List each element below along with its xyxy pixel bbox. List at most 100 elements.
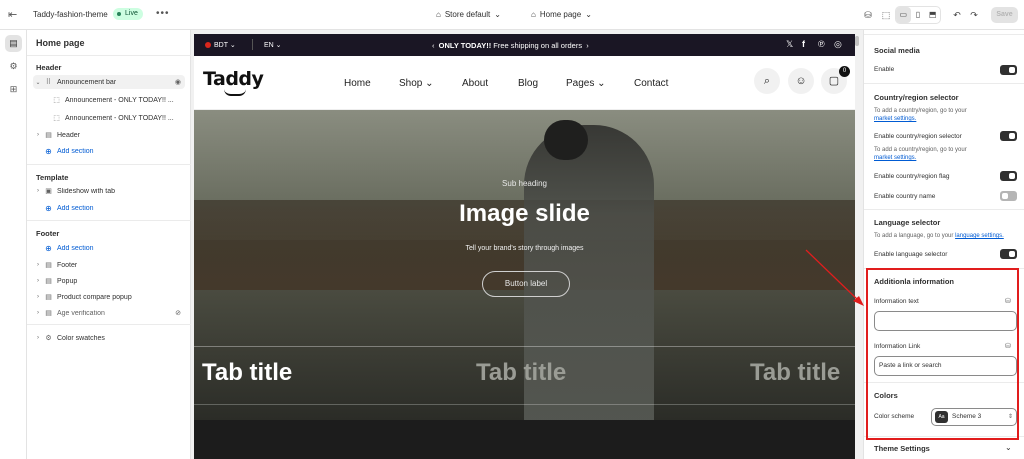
hint-text: To add a country/region, go to your [874,147,967,153]
chevron-right-icon[interactable]: › [33,188,43,194]
slide-subheading: Sub heading [502,179,547,188]
device-switcher: ▭ ▯ ⬒ [895,6,941,24]
chevron-left-icon[interactable]: ‹ [432,41,435,50]
section-header[interactable]: › ▤ Header [33,128,185,142]
add-section-template-button[interactable]: ⊕ Add section [33,201,185,215]
preview-scrollbar[interactable] [855,34,859,459]
exit-icon[interactable]: ⇤ [8,9,20,21]
add-circle-icon: ⊕ [45,203,52,213]
instagram-icon[interactable]: ◎ [834,39,842,50]
chevron-right-icon[interactable]: › [33,310,43,316]
enable-flag-toggle[interactable] [1000,171,1017,181]
section-footer[interactable]: › ▤ Footer [33,258,185,272]
x-icon[interactable]: 𝕏 [786,39,793,50]
save-button[interactable]: Save [991,7,1018,23]
section-color-swatches[interactable]: › ⚙ Color swatches [33,331,185,345]
section-slideshow[interactable]: › ▣ Slideshow with tab [33,184,185,198]
slide-button[interactable]: Button label [482,271,570,297]
more-actions-button[interactable]: ••• [156,8,170,19]
annotation-highlight-box [866,268,1019,440]
tab-title-3[interactable]: Tab title [750,359,840,387]
nav-shop[interactable]: Shop ⌄ [399,78,434,89]
chevron-right-icon[interactable]: › [33,294,43,300]
nav-pages[interactable]: Pages ⌄ [566,78,606,89]
database-icon[interactable]: ⛁ [862,9,874,21]
account-icon[interactable]: ☺ [788,68,814,94]
storefront-preview: BDT ⌄ EN ⌄ ‹ ONLY TODAY!! Free shipping … [194,34,855,459]
live-badge: Live [113,8,143,20]
enable-country-selector-toggle[interactable] [1000,131,1017,141]
chevron-right-icon[interactable]: › [33,335,43,341]
section-age-verification[interactable]: › ▤ Age verification ⊘ [33,306,185,320]
chevron-right-icon[interactable]: › [33,278,43,284]
preview-canvas: BDT ⌄ EN ⌄ ‹ ONLY TODAY!! Free shipping … [191,30,863,459]
redo-icon[interactable]: ↷ [968,9,980,21]
chevron-right-icon[interactable]: › [33,262,43,268]
block-announcement-1[interactable]: ⬚ Announcement - ONLY TODAY!! ... [51,93,185,107]
announcement-bar[interactable]: BDT ⌄ EN ⌄ ‹ ONLY TODAY!! Free shipping … [194,34,855,56]
page-selector[interactable]: ⌂ Home page ⌄ [531,10,592,19]
cart-count-badge: 0 [839,66,850,77]
drag-handle-icon[interactable]: ⠿ [43,78,54,86]
enable-country-name-toggle[interactable] [1000,191,1017,201]
currency-selector[interactable]: BDT ⌄ [205,41,236,49]
site-header: Taddy Home Shop ⌄ About Blog Pages ⌄ Con… [194,56,855,110]
fullscreen-view-icon[interactable]: ⬒ [925,7,940,23]
nav-home[interactable]: Home [344,78,371,89]
apps-icon[interactable]: ⊞ [5,81,22,98]
inspector-icon[interactable]: ⬚ [880,9,892,21]
chevron-down-icon[interactable]: ⌄ [33,79,43,86]
language-selector[interactable]: EN ⌄ [264,41,282,49]
sections-icon[interactable]: ▤ [5,35,22,52]
slide-description: Tell your brand's story through images [465,245,584,252]
page-selector-label: Home page [539,10,582,19]
divider [27,55,191,56]
undo-icon[interactable]: ↶ [951,9,963,21]
market-settings-link-2[interactable]: market settings. [874,155,916,161]
site-logo[interactable]: Taddy [203,68,264,90]
facebook-icon[interactable]: f [802,39,805,49]
slideshow-hero[interactable]: Sub heading Image slide Tell your brand'… [194,110,855,420]
chevron-down-icon: ⌄ [585,10,592,19]
enable-language-selector-toggle[interactable] [1000,249,1017,259]
add-section-footer-button[interactable]: ⊕ Add section [33,241,185,255]
add-section-header-button[interactable]: ⊕ Add section [33,144,185,158]
market-settings-link[interactable]: market settings. [874,116,916,122]
theme-settings-heading[interactable]: Theme Settings [874,444,930,453]
theme-name[interactable]: Taddy-fashion-theme [33,10,108,19]
search-icon[interactable]: ⌕ [754,68,780,94]
icon-rail: ▤ ⚙ ⊞ [0,30,27,459]
chevron-right-icon[interactable]: › [586,41,589,50]
chevron-down-icon: ⌄ [494,10,501,19]
section-label: Popup [57,277,78,285]
nav-contact[interactable]: Contact [634,78,668,89]
block-announcement-2[interactable]: ⬚ Announcement - ONLY TODAY!! ... [51,111,185,125]
nav-about[interactable]: About [462,78,488,89]
chevron-down-icon[interactable]: ⌄ [1005,443,1012,452]
store-selector-label: Store default [444,10,491,19]
pinterest-icon[interactable]: ℗ [818,39,825,49]
announcement-message: ‹ ONLY TODAY!! Free shipping on all orde… [432,41,589,50]
section-popup[interactable]: › ▤ Popup [33,274,185,288]
block-label: Announcement - ONLY TODAY!! ... [65,96,174,104]
store-selector[interactable]: ⌂ Store default ⌄ [436,10,501,19]
section-announcement-bar[interactable]: ⌄ ⠿ Announcement bar ◉ [33,75,185,89]
enable-country-name-label: Enable country name [874,193,936,200]
social-enable-toggle[interactable] [1000,65,1017,75]
hero-model-head [544,120,588,160]
block-label: Announcement - ONLY TODAY!! ... [65,114,174,122]
desktop-view-icon[interactable]: ▭ [896,7,911,23]
settings-gear-icon[interactable]: ⚙ [5,58,22,75]
mobile-view-icon[interactable]: ▯ [911,7,926,23]
nav-blog[interactable]: Blog [518,78,538,89]
tab-title-1[interactable]: Tab title [202,359,292,387]
language-settings-link[interactable]: language settings. [955,233,1004,239]
enable-flag-label: Enable country/region flag [874,173,950,180]
section-product-compare-popup[interactable]: › ▤ Product compare popup [33,290,185,304]
tab-title-2[interactable]: Tab title [476,359,566,387]
visibility-eye-icon[interactable]: ◉ [175,78,181,86]
store-icon: ⌂ [436,10,441,19]
scrollbar-thumb[interactable] [855,36,859,46]
chevron-right-icon[interactable]: › [33,132,43,138]
hidden-eye-icon[interactable]: ⊘ [175,309,181,317]
